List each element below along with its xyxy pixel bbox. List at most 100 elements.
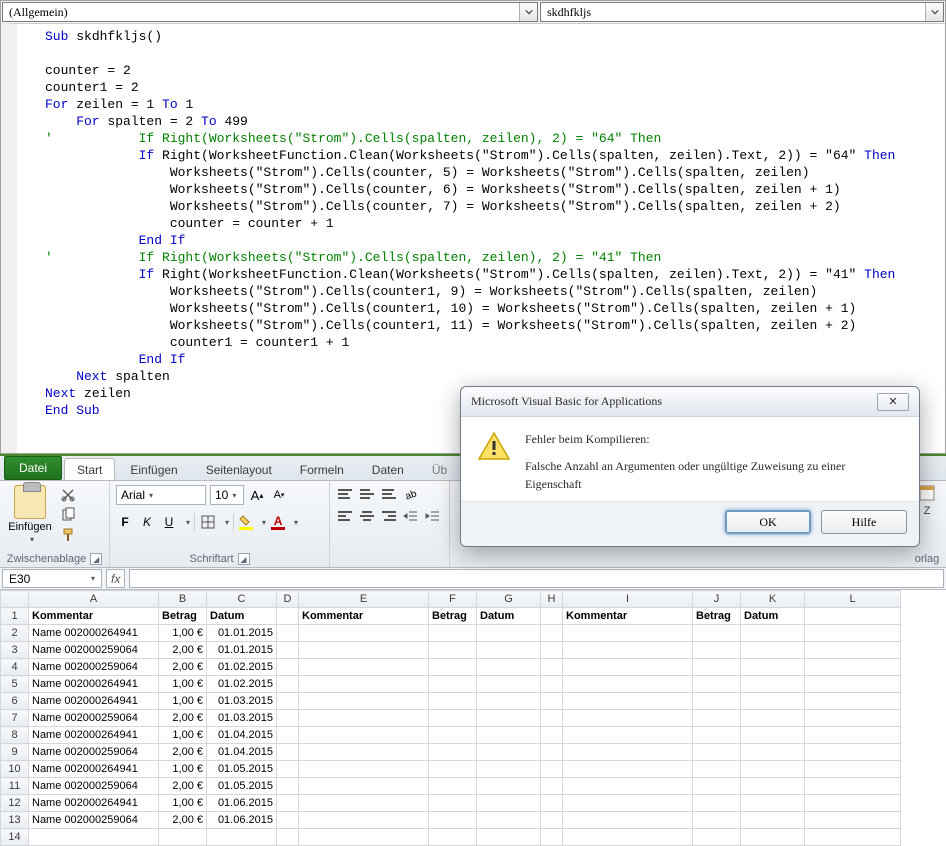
cell[interactable] [805,829,901,846]
col-header[interactable]: J [693,591,741,608]
cell[interactable]: 01.05.2015 [207,778,277,795]
dialog-launcher-icon[interactable]: ◢ [90,553,102,565]
cell[interactable] [805,693,901,710]
tab-einfuegen[interactable]: Einfügen [117,458,190,480]
cell[interactable] [277,710,299,727]
tab-start[interactable]: Start [64,458,115,480]
cell[interactable] [477,710,541,727]
cell[interactable]: Kommentar [299,608,429,625]
cell[interactable] [299,761,429,778]
cell[interactable] [693,795,741,812]
row-header[interactable]: 6 [1,693,29,710]
col-header[interactable]: B [159,591,207,608]
increase-indent-icon[interactable] [424,507,442,525]
cell[interactable] [563,727,693,744]
cell[interactable] [299,744,429,761]
cell[interactable]: Kommentar [29,608,159,625]
cell[interactable] [299,659,429,676]
cell[interactable] [277,676,299,693]
cell[interactable]: Datum [207,608,277,625]
cell[interactable] [741,642,805,659]
cell[interactable]: 2,00 € [159,812,207,829]
table-row[interactable]: 10Name 0020002649411,00 €01.05.2015 [1,761,901,778]
cell[interactable] [429,693,477,710]
align-left-icon[interactable] [336,508,354,524]
col-header[interactable]: G [477,591,541,608]
cell[interactable] [477,795,541,812]
cell[interactable] [277,812,299,829]
worksheet-grid[interactable]: A B C D E F G H I J K L 1KommentarBetrag… [0,590,901,846]
select-all-corner[interactable] [1,591,29,608]
table-row[interactable]: 4Name 0020002590642,00 €01.02.2015 [1,659,901,676]
cell[interactable] [277,795,299,812]
cut-icon[interactable] [60,487,76,503]
cell[interactable] [541,795,563,812]
row-header[interactable]: 10 [1,761,29,778]
cell[interactable] [805,761,901,778]
table-row[interactable]: 3Name 0020002590642,00 €01.01.2015 [1,642,901,659]
align-center-icon[interactable] [358,508,376,524]
cell[interactable] [541,642,563,659]
cell[interactable] [741,795,805,812]
cell[interactable] [299,625,429,642]
paste-button[interactable]: Einfügen ▾ [6,485,54,544]
cell[interactable]: Name 002000264941 [29,727,159,744]
row-header[interactable]: 4 [1,659,29,676]
cell[interactable] [805,625,901,642]
cell[interactable] [477,778,541,795]
cell[interactable]: Name 002000264941 [29,676,159,693]
cell[interactable]: Name 002000259064 [29,659,159,676]
cell[interactable]: Name 002000264941 [29,625,159,642]
help-button[interactable]: Hilfe [821,510,907,534]
cell[interactable]: 01.04.2015 [207,744,277,761]
cell[interactable] [693,710,741,727]
fill-color-icon[interactable] [238,515,254,530]
cell[interactable] [563,795,693,812]
cell[interactable] [429,642,477,659]
row-header[interactable]: 2 [1,625,29,642]
cell[interactable] [563,744,693,761]
cell[interactable] [277,642,299,659]
cell[interactable] [477,812,541,829]
cell[interactable] [541,812,563,829]
cell[interactable] [477,625,541,642]
cell[interactable] [741,778,805,795]
cell[interactable]: Datum [477,608,541,625]
table-row[interactable]: 2Name 0020002649411,00 €01.01.2015 [1,625,901,642]
cell[interactable] [541,608,563,625]
cell[interactable]: 1,00 € [159,625,207,642]
cell[interactable] [477,693,541,710]
cell[interactable] [299,642,429,659]
cell[interactable] [277,727,299,744]
cell[interactable] [541,727,563,744]
cell[interactable]: 01.03.2015 [207,693,277,710]
cell[interactable]: Name 002000259064 [29,710,159,727]
cell[interactable] [429,744,477,761]
row-header[interactable]: 7 [1,710,29,727]
cell[interactable] [805,659,901,676]
cell[interactable] [693,812,741,829]
cell[interactable] [693,625,741,642]
name-box[interactable]: E30▾ [2,569,102,588]
col-header[interactable]: A [29,591,159,608]
cell[interactable] [429,812,477,829]
cell[interactable] [277,761,299,778]
table-row[interactable]: 13Name 0020002590642,00 €01.06.2015 [1,812,901,829]
col-header[interactable]: E [299,591,429,608]
cell[interactable] [541,829,563,846]
cell[interactable]: 01.01.2015 [207,642,277,659]
cell[interactable] [477,659,541,676]
cell[interactable]: 2,00 € [159,778,207,795]
font-name-selector[interactable]: Arial▾ [116,485,206,505]
cell[interactable] [541,778,563,795]
cell[interactable] [741,710,805,727]
cell[interactable] [563,778,693,795]
table-row[interactable]: 5Name 0020002649411,00 €01.02.2015 [1,676,901,693]
cell[interactable] [299,676,429,693]
cell[interactable] [429,659,477,676]
cell[interactable]: Kommentar [563,608,693,625]
tab-seitenlayout[interactable]: Seitenlayout [193,458,285,480]
cell[interactable] [277,608,299,625]
cell[interactable] [563,693,693,710]
cell[interactable] [741,812,805,829]
